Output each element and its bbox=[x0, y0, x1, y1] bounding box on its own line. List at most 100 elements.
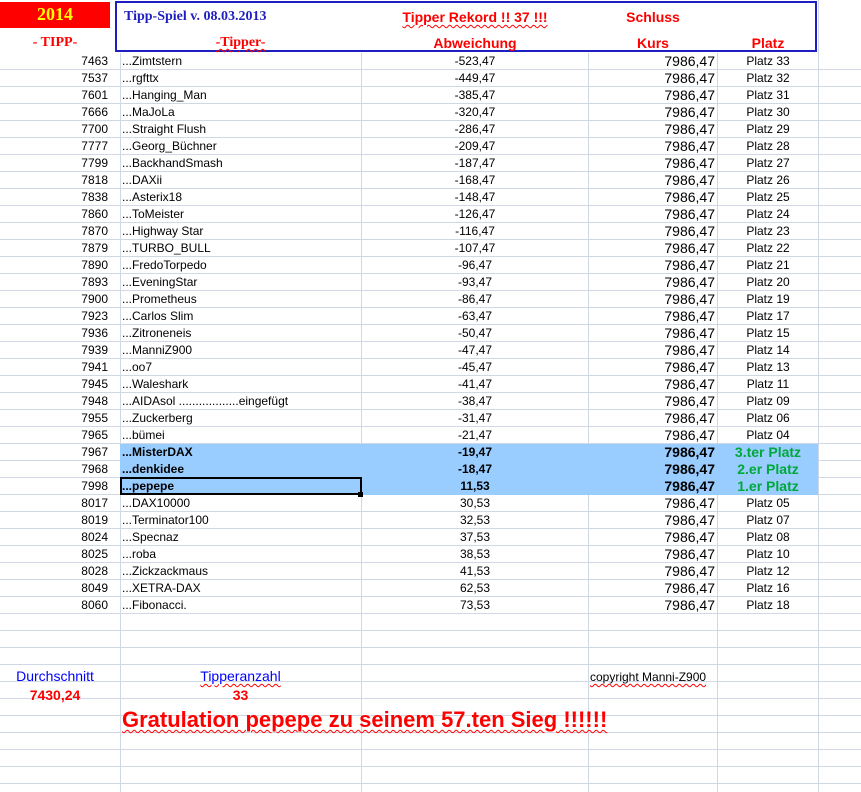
tipper-name-cell[interactable]: ...MisterDAX bbox=[122, 444, 358, 461]
rate-cell[interactable]: 7986,47 bbox=[589, 461, 715, 478]
rate-cell[interactable]: 7986,47 bbox=[589, 172, 715, 189]
tipper-name-cell[interactable]: ...Zitroneneis bbox=[122, 325, 358, 342]
tipp-value-cell[interactable]: 7955 bbox=[0, 410, 108, 427]
rate-cell[interactable]: 7986,47 bbox=[589, 257, 715, 274]
rank-cell[interactable]: Platz 09 bbox=[718, 393, 818, 410]
rate-cell[interactable]: 7986,47 bbox=[589, 104, 715, 121]
rank-cell[interactable]: Platz 04 bbox=[718, 427, 818, 444]
rank-cell[interactable]: Platz 14 bbox=[718, 342, 818, 359]
tipp-value-cell[interactable]: 7939 bbox=[0, 342, 108, 359]
tipp-value-cell[interactable]: 8028 bbox=[0, 563, 108, 580]
tipp-value-cell[interactable]: 7936 bbox=[0, 325, 108, 342]
deviation-cell[interactable]: -38,47 bbox=[362, 393, 588, 410]
tipper-name-cell[interactable]: ...EveningStar bbox=[122, 274, 358, 291]
tipper-name-cell[interactable]: ...Zuckerberg bbox=[122, 410, 358, 427]
rate-cell[interactable]: 7986,47 bbox=[589, 53, 715, 70]
tipp-value-cell[interactable]: 7998 bbox=[0, 478, 108, 495]
rate-cell[interactable]: 7986,47 bbox=[589, 87, 715, 104]
tipper-name-cell[interactable]: ...BackhandSmash bbox=[122, 155, 358, 172]
rate-cell[interactable]: 7986,47 bbox=[589, 121, 715, 138]
tipp-value-cell[interactable]: 8019 bbox=[0, 512, 108, 529]
rate-cell[interactable]: 7986,47 bbox=[589, 393, 715, 410]
tipp-value-cell[interactable]: 7818 bbox=[0, 172, 108, 189]
tipp-value-cell[interactable]: 7601 bbox=[0, 87, 108, 104]
rank-cell[interactable]: Platz 28 bbox=[718, 138, 818, 155]
deviation-cell[interactable]: -18,47 bbox=[362, 461, 588, 478]
tipper-name-cell[interactable]: ...Asterix18 bbox=[122, 189, 358, 206]
rate-cell[interactable]: 7986,47 bbox=[589, 546, 715, 563]
rank-cell[interactable]: 2.er Platz bbox=[718, 461, 818, 478]
tipper-name-cell[interactable]: ...MaJoLa bbox=[122, 104, 358, 121]
deviation-cell[interactable]: -126,47 bbox=[362, 206, 588, 223]
rank-cell[interactable]: 1.er Platz bbox=[718, 478, 818, 495]
deviation-cell[interactable]: -45,47 bbox=[362, 359, 588, 376]
tipp-value-cell[interactable]: 7890 bbox=[0, 257, 108, 274]
tipp-value-cell[interactable]: 7945 bbox=[0, 376, 108, 393]
deviation-cell[interactable]: 11,53 bbox=[362, 478, 588, 495]
rank-cell[interactable]: Platz 23 bbox=[718, 223, 818, 240]
rate-cell[interactable]: 7986,47 bbox=[589, 155, 715, 172]
tipper-name-cell[interactable]: ...Waleshark bbox=[122, 376, 358, 393]
rate-cell[interactable]: 7986,47 bbox=[589, 478, 715, 495]
rank-cell[interactable]: Platz 16 bbox=[718, 580, 818, 597]
tipp-value-cell[interactable]: 8049 bbox=[0, 580, 108, 597]
rate-cell[interactable]: 7986,47 bbox=[589, 427, 715, 444]
tipper-name-cell[interactable]: ...Prometheus bbox=[122, 291, 358, 308]
selected-cell-border[interactable] bbox=[120, 477, 362, 495]
deviation-cell[interactable]: -523,47 bbox=[362, 53, 588, 70]
tipp-value-cell[interactable]: 7700 bbox=[0, 121, 108, 138]
tipp-value-cell[interactable]: 7893 bbox=[0, 274, 108, 291]
deviation-cell[interactable]: -168,47 bbox=[362, 172, 588, 189]
tipp-value-cell[interactable]: 7941 bbox=[0, 359, 108, 376]
rate-cell[interactable]: 7986,47 bbox=[589, 70, 715, 87]
rank-cell[interactable]: Platz 18 bbox=[718, 597, 818, 614]
tipp-value-cell[interactable]: 7666 bbox=[0, 104, 108, 121]
tipper-name-cell[interactable]: ...Zickzackmaus bbox=[122, 563, 358, 580]
tipper-count-value[interactable]: 33 bbox=[120, 687, 361, 703]
rate-cell[interactable]: 7986,47 bbox=[589, 291, 715, 308]
tipp-value-cell[interactable]: 7870 bbox=[0, 223, 108, 240]
tipper-name-cell[interactable]: ...roba bbox=[122, 546, 358, 563]
deviation-cell[interactable]: -96,47 bbox=[362, 257, 588, 274]
rank-cell[interactable]: Platz 13 bbox=[718, 359, 818, 376]
rank-cell[interactable]: Platz 15 bbox=[718, 325, 818, 342]
tipper-name-cell[interactable]: ...XETRA-DAX bbox=[122, 580, 358, 597]
tipper-name-cell[interactable]: ...denkidee bbox=[122, 461, 358, 478]
tipper-name-cell[interactable]: ...AIDAsol ..................eingefügt bbox=[122, 393, 358, 410]
deviation-cell[interactable]: 38,53 bbox=[362, 546, 588, 563]
tipper-name-cell[interactable]: ...DAX10000 bbox=[122, 495, 358, 512]
tipp-value-cell[interactable]: 8017 bbox=[0, 495, 108, 512]
rate-cell[interactable]: 7986,47 bbox=[589, 189, 715, 206]
tipp-value-cell[interactable]: 7879 bbox=[0, 240, 108, 257]
deviation-cell[interactable]: -21,47 bbox=[362, 427, 588, 444]
deviation-cell[interactable]: -187,47 bbox=[362, 155, 588, 172]
tipper-name-cell[interactable]: ...Zimtstern bbox=[122, 53, 358, 70]
tipper-name-cell[interactable]: ...bümei bbox=[122, 427, 358, 444]
deviation-cell[interactable]: -41,47 bbox=[362, 376, 588, 393]
rank-cell[interactable]: Platz 19 bbox=[718, 291, 818, 308]
deviation-cell[interactable]: -320,47 bbox=[362, 104, 588, 121]
tipp-value-cell[interactable]: 7537 bbox=[0, 70, 108, 87]
rank-cell[interactable]: Platz 22 bbox=[718, 240, 818, 257]
tipp-value-cell[interactable]: 7965 bbox=[0, 427, 108, 444]
tipp-value-cell[interactable]: 7948 bbox=[0, 393, 108, 410]
rate-cell[interactable]: 7986,47 bbox=[589, 512, 715, 529]
deviation-cell[interactable]: -209,47 bbox=[362, 138, 588, 155]
rate-cell[interactable]: 7986,47 bbox=[589, 597, 715, 614]
rate-cell[interactable]: 7986,47 bbox=[589, 495, 715, 512]
tipper-name-cell[interactable]: ...FredoTorpedo bbox=[122, 257, 358, 274]
rate-cell[interactable]: 7986,47 bbox=[589, 274, 715, 291]
deviation-cell[interactable]: 30,53 bbox=[362, 495, 588, 512]
tipp-value-cell[interactable]: 8025 bbox=[0, 546, 108, 563]
rate-cell[interactable]: 7986,47 bbox=[589, 206, 715, 223]
tipper-name-cell[interactable]: ...TURBO_BULL bbox=[122, 240, 358, 257]
deviation-cell[interactable]: -107,47 bbox=[362, 240, 588, 257]
rank-cell[interactable]: Platz 06 bbox=[718, 410, 818, 427]
tipper-name-cell[interactable]: ...Georg_Büchner bbox=[122, 138, 358, 155]
rank-cell[interactable]: Platz 11 bbox=[718, 376, 818, 393]
tipp-value-cell[interactable]: 7838 bbox=[0, 189, 108, 206]
deviation-cell[interactable]: -47,47 bbox=[362, 342, 588, 359]
rate-cell[interactable]: 7986,47 bbox=[589, 223, 715, 240]
rank-cell[interactable]: Platz 24 bbox=[718, 206, 818, 223]
deviation-cell[interactable]: -286,47 bbox=[362, 121, 588, 138]
